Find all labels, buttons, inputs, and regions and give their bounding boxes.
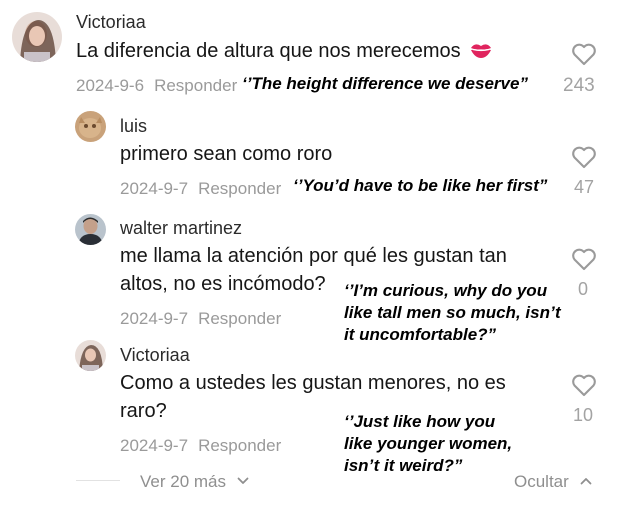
avatar-victoriaa[interactable] xyxy=(75,340,106,371)
translation-caption-line: ‘’Just like how you xyxy=(344,412,496,431)
comment-date: 2024-9-7 xyxy=(120,179,189,198)
translation-caption-line: it uncomfortable?” xyxy=(344,325,497,344)
comment-author[interactable]: walter martinez xyxy=(120,218,242,239)
translation-caption: ‘’You’d have to be like her first” xyxy=(293,176,548,195)
comment-author[interactable]: Victoriaa xyxy=(120,345,190,366)
view-more-label: Ver 20 más xyxy=(140,472,226,491)
avatar-victoriaa[interactable] xyxy=(12,12,62,62)
like-count: 243 xyxy=(563,75,595,96)
view-more-replies-button[interactable]: Ver 20 más xyxy=(140,470,249,492)
hide-label: Ocultar xyxy=(514,472,569,491)
translation-caption-line: like younger women, xyxy=(344,434,513,453)
translation-caption-line: like tall men so much, isn’t xyxy=(344,303,561,322)
comment-author[interactable]: Victoriaa xyxy=(76,12,146,33)
chevron-down-icon xyxy=(237,470,249,490)
heart-outline-icon[interactable] xyxy=(571,146,597,169)
avatar-luis[interactable] xyxy=(75,111,106,142)
like-count: 0 xyxy=(578,279,589,299)
reply-button[interactable]: Responder xyxy=(198,179,281,198)
heart-outline-icon[interactable] xyxy=(571,374,597,397)
translation-caption-line: ‘’I’m curious, why do you xyxy=(344,281,548,300)
like-count: 47 xyxy=(574,177,595,197)
comment-text-body: La diferencia de altura que nos merecemo… xyxy=(76,40,461,62)
like-count: 10 xyxy=(573,405,594,425)
comment-author[interactable]: luis xyxy=(120,116,147,137)
divider xyxy=(76,480,120,481)
reply-button[interactable]: Responder xyxy=(154,76,237,95)
comment-text: La diferencia de altura que nos merecemo… xyxy=(76,37,492,68)
translation-caption-line: isn’t it weird?” xyxy=(344,456,463,475)
comment-text-line: altos, no es incómodo? xyxy=(120,273,326,295)
comment-meta: 2024-9-6 Responder xyxy=(76,76,247,96)
kiss-mark-icon xyxy=(470,39,492,68)
comment-meta: 2024-9-7 Responder xyxy=(120,436,291,456)
comment-date: 2024-9-7 xyxy=(120,309,189,328)
comment-text: primero sean como roro xyxy=(120,143,333,165)
reply-button[interactable]: Responder xyxy=(198,436,281,455)
translation-caption: ‘’The height difference we deserve” xyxy=(242,74,528,93)
heart-outline-icon[interactable] xyxy=(571,43,597,66)
chevron-up-icon xyxy=(580,470,592,490)
hide-replies-button[interactable]: Ocultar xyxy=(514,470,592,492)
comment-meta: 2024-9-7 Responder xyxy=(120,179,291,199)
avatar-walter-martinez[interactable] xyxy=(75,214,106,245)
reply-button[interactable]: Responder xyxy=(198,309,281,328)
comment-date: 2024-9-7 xyxy=(120,436,189,455)
comment-text-line: me llama la atención por qué les gustan … xyxy=(120,245,507,267)
comment-text-line: Como a ustedes les gustan menores, no es xyxy=(120,372,506,394)
comment-meta: 2024-9-7 Responder xyxy=(120,309,291,329)
heart-outline-icon[interactable] xyxy=(571,248,597,271)
comment-date: 2024-9-6 xyxy=(76,76,145,95)
comment-text-line: raro? xyxy=(120,400,167,422)
